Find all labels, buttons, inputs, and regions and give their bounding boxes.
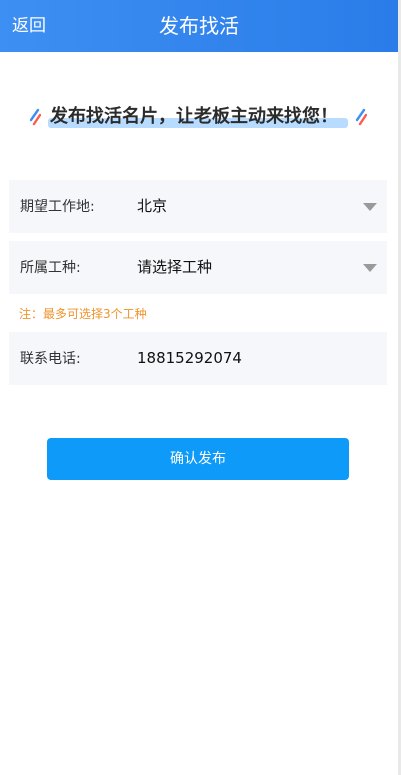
top-bar: 返回 发布找活	[0, 0, 398, 52]
location-value: 北京	[137, 197, 168, 215]
dropdown-arrow-icon	[363, 264, 377, 272]
page: 返回 发布找活 发布找活名片，让老板主动来找您！ 期望工作地: 北京 所属工种:…	[0, 0, 398, 775]
slash-decoration-icon	[355, 108, 367, 126]
trade-select[interactable]: 所属工种: 请选择工种	[9, 241, 387, 294]
slogan-text: 发布找活名片，让老板主动来找您！	[50, 106, 338, 127]
dropdown-arrow-icon	[363, 203, 377, 211]
trade-value: 请选择工种	[137, 258, 213, 276]
trade-label: 所属工种:	[20, 260, 81, 276]
slash-decoration-icon	[29, 108, 41, 126]
location-select[interactable]: 期望工作地: 北京	[9, 180, 387, 233]
phone-field[interactable]: 联系电话: 18815292074	[9, 332, 387, 385]
phone-label: 联系电话:	[20, 351, 81, 367]
confirm-publish-button[interactable]: 确认发布	[47, 438, 349, 480]
location-label: 期望工作地:	[20, 199, 95, 215]
phone-value[interactable]: 18815292074	[137, 348, 242, 368]
trade-note: 注：最多可选择3个工种	[19, 307, 147, 321]
page-title: 发布找活	[159, 14, 239, 38]
